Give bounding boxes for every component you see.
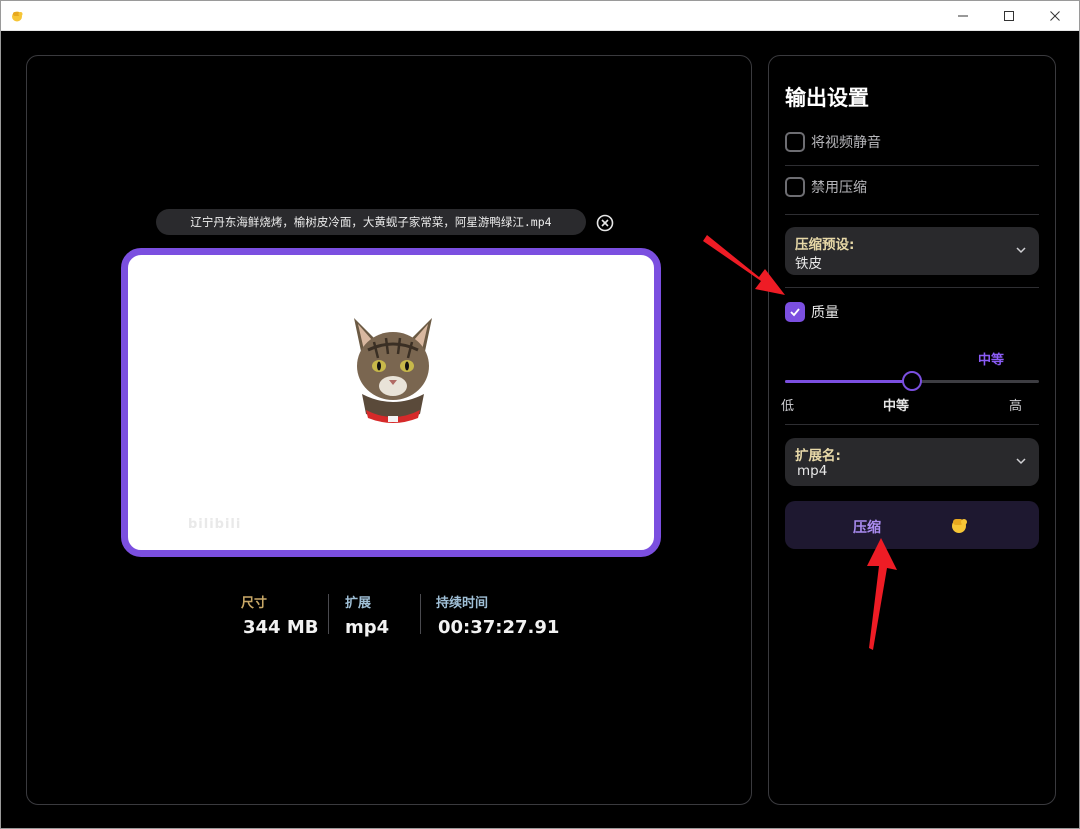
- quality-slider-fill: [785, 380, 912, 383]
- close-icon: [1050, 11, 1060, 21]
- quality-slider-thumb[interactable]: [902, 371, 922, 391]
- mute-option[interactable]: 将视频静音: [785, 132, 881, 152]
- extension-label: 扩展名:: [795, 448, 841, 464]
- disable-compression-label: 禁用压缩: [811, 180, 867, 196]
- quality-label: 质量: [811, 305, 839, 321]
- settings-title: 输出设置: [785, 86, 869, 110]
- maximize-icon: [1004, 11, 1014, 21]
- extension-value: mp4: [797, 463, 828, 479]
- maximize-button[interactable]: [986, 1, 1032, 31]
- quality-checkbox[interactable]: [785, 302, 805, 322]
- minimize-icon: [958, 15, 968, 17]
- divider: [785, 424, 1039, 425]
- chevron-down-icon: [1016, 458, 1026, 465]
- divider: [785, 214, 1039, 215]
- disable-compression-option[interactable]: 禁用压缩: [785, 177, 867, 197]
- extension-dropdown[interactable]: 扩展名: mp4: [785, 438, 1039, 486]
- quality-tick-mid: 中等: [883, 399, 910, 414]
- quality-slider[interactable]: [785, 371, 1039, 391]
- disable-compression-checkbox[interactable]: [785, 177, 805, 197]
- chevron-down-icon: [1016, 247, 1026, 254]
- quality-tick-high: 高: [1009, 399, 1023, 414]
- divider: [785, 165, 1039, 166]
- app-window: 辽宁丹东海鲜烧烤，榆树皮冷面，大黄蚬子家常菜，阿星游鸭绿江.mp4 bilibi…: [0, 0, 1080, 829]
- stat-divider: [328, 594, 329, 634]
- preset-label: 压缩预设:: [795, 237, 855, 253]
- stat-size: 尺寸 344 MB: [241, 592, 318, 638]
- file-stats: 尺寸 344 MB 扩展 mp4 持续时间 00:37:27.91: [237, 592, 567, 652]
- stat-label: 持续时间: [436, 596, 489, 611]
- stat-duration: 持续时间 00:37:27.91: [436, 592, 559, 638]
- divider: [785, 287, 1039, 288]
- app-content: 辽宁丹东海鲜烧烤，榆树皮冷面，大黄蚬子家常菜，阿星游鸭绿江.mp4 bilibi…: [1, 31, 1079, 828]
- stat-value: 344 MB: [243, 617, 319, 638]
- preview-panel: 辽宁丹东海鲜烧烤，榆树皮冷面，大黄蚬子家常菜，阿星游鸭绿江.mp4 bilibi…: [26, 55, 752, 805]
- stat-extension: 扩展 mp4: [345, 592, 389, 638]
- fist-emoji-icon: [12, 11, 23, 22]
- file-name-pill: 辽宁丹东海鲜烧烤，榆树皮冷面，大黄蚬子家常菜，阿星游鸭绿江.mp4: [156, 209, 586, 235]
- mute-label: 将视频静音: [811, 135, 881, 151]
- cat-thumbnail-image: [354, 318, 432, 423]
- stat-value: 00:37:27.91: [438, 617, 560, 638]
- settings-panel: 输出设置 将视频静音 禁用压缩 压缩预设: 铁皮 质量 中等 低 中等 高 扩展…: [768, 55, 1056, 805]
- stat-label: 尺寸: [241, 596, 268, 611]
- close-window-button[interactable]: [1032, 1, 1078, 31]
- compress-button-label: 压缩: [853, 520, 881, 536]
- quality-tick-low: 低: [781, 399, 795, 414]
- stat-divider: [420, 594, 421, 634]
- quality-current-value: 中等: [978, 353, 1005, 368]
- annotation-arrow-quality: [703, 235, 785, 295]
- annotation-arrow-compress: [867, 538, 897, 650]
- compress-button[interactable]: 压缩: [785, 501, 1039, 549]
- stat-value: mp4: [345, 617, 390, 638]
- fist-emoji-icon: [952, 519, 967, 533]
- title-bar: [1, 1, 1079, 31]
- checkmark-icon: [790, 308, 800, 317]
- stat-label: 扩展: [345, 596, 372, 611]
- video-preview: bilibili: [121, 248, 661, 557]
- preset-dropdown[interactable]: 压缩预设: 铁皮: [785, 227, 1039, 275]
- minimize-button[interactable]: [940, 1, 986, 31]
- mute-checkbox[interactable]: [785, 132, 805, 152]
- watermark: bilibili: [188, 517, 242, 532]
- preset-value: 铁皮: [795, 256, 822, 272]
- quality-option[interactable]: 质量: [785, 302, 839, 322]
- remove-file-icon[interactable]: [596, 214, 614, 232]
